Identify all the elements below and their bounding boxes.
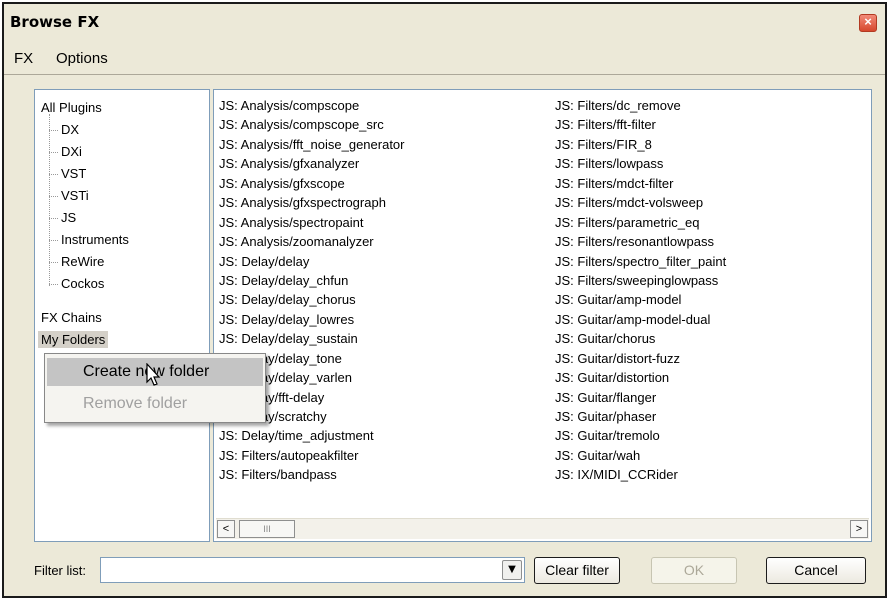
- filter-combo[interactable]: ▼: [100, 557, 525, 583]
- menu-bar: FX Options: [4, 44, 885, 75]
- mouse-cursor-icon: [146, 363, 161, 386]
- tree-item-js[interactable]: JS: [61, 210, 76, 225]
- tree-item-fx-chains[interactable]: FX Chains: [41, 310, 102, 325]
- list-item[interactable]: JS: Analysis/gfxscope: [219, 174, 405, 193]
- tree-item-vst[interactable]: VST: [61, 166, 86, 181]
- list-item[interactable]: JS: Guitar/amp-model-dual: [555, 310, 726, 329]
- list-item[interactable]: JS: Filters/lowpass: [555, 154, 726, 173]
- tree-item-dxi[interactable]: DXi: [61, 144, 82, 159]
- list-item[interactable]: JS: Guitar/tremolo: [555, 426, 726, 445]
- tree-connector: [49, 218, 58, 219]
- list-item[interactable]: JS: Analysis/fft_noise_generator: [219, 135, 405, 154]
- ok-button[interactable]: OK: [651, 557, 737, 584]
- list-item[interactable]: JS: Analysis/spectropaint: [219, 213, 405, 232]
- list-item[interactable]: JS: Filters/FIR_8: [555, 135, 726, 154]
- filter-label: Filter list:: [34, 563, 86, 578]
- tree-item-instruments[interactable]: Instruments: [61, 232, 129, 247]
- tree-item-dx[interactable]: DX: [61, 122, 79, 137]
- list-item[interactable]: JS: Guitar/distortion: [555, 368, 726, 387]
- list-item[interactable]: JS: Delay/time_adjustment: [219, 426, 405, 445]
- list-item[interactable]: JS: Guitar/amp-model: [555, 290, 726, 309]
- list-item[interactable]: JS: Delay/delay_chfun: [219, 271, 405, 290]
- list-item[interactable]: JS: Guitar/phaser: [555, 407, 726, 426]
- list-item[interactable]: JS: Filters/dc_remove: [555, 96, 726, 115]
- list-item[interactable]: JS: Filters/bandpass: [219, 465, 405, 484]
- tree-connector: [49, 284, 58, 285]
- plugin-list[interactable]: JS: Analysis/compscope JS: Analysis/comps…: [213, 89, 872, 542]
- list-item[interactable]: JS: Analysis/compscope_src: [219, 115, 405, 134]
- close-icon: ×: [864, 14, 872, 29]
- list-item[interactable]: JS: Filters/mdct-filter: [555, 174, 726, 193]
- list-item[interactable]: JS: Guitar/distort-fuzz: [555, 349, 726, 368]
- tree-connector: [49, 196, 58, 197]
- scroll-left-button[interactable]: <: [217, 520, 235, 538]
- plugin-list-column-1: JS: Analysis/compscope JS: Analysis/comps…: [219, 96, 405, 485]
- scroll-right-button[interactable]: >: [850, 520, 868, 538]
- tree-item-all-plugins[interactable]: All Plugins: [41, 100, 102, 115]
- tree-item-cockos[interactable]: Cockos: [61, 276, 104, 291]
- list-item[interactable]: JS: Filters/mdct-volsweep: [555, 193, 726, 212]
- list-item[interactable]: JS: Filters/resonantlowpass: [555, 232, 726, 251]
- clear-filter-button[interactable]: Clear filter: [534, 557, 620, 584]
- plugin-list-column-2: JS: Filters/dc_remove JS: Filters/fft-fil…: [555, 96, 726, 485]
- tree-connector: [49, 262, 58, 263]
- tree-connector: [49, 152, 58, 153]
- close-button[interactable]: ×: [859, 14, 877, 32]
- title-bar: Browse FX ×: [4, 4, 885, 42]
- list-item[interactable]: JS: Delay/delay_sustain: [219, 329, 405, 348]
- list-item[interactable]: JS: Filters/fft-filter: [555, 115, 726, 134]
- list-item[interactable]: JS: Analysis/gfxspectrograph: [219, 193, 405, 212]
- list-item[interactable]: JS: Guitar/chorus: [555, 329, 726, 348]
- list-item[interactable]: JS: Filters/autopeakfilter: [219, 446, 405, 465]
- scroll-thumb[interactable]: III: [239, 520, 295, 538]
- tree-item-vsti[interactable]: VSTi: [61, 188, 89, 203]
- list-item[interactable]: JS: Guitar/wah: [555, 446, 726, 465]
- list-item[interactable]: JS: Analysis/gfxanalyzer: [219, 154, 405, 173]
- browse-fx-window: Browse FX × FX Options All Plugins DX DXi…: [2, 2, 887, 598]
- horizontal-scrollbar[interactable]: < III >: [216, 518, 869, 539]
- chevron-down-icon[interactable]: ▼: [502, 560, 522, 580]
- list-item[interactable]: JS: Filters/parametric_eq: [555, 213, 726, 232]
- list-item[interactable]: JS: Delay/delay: [219, 252, 405, 271]
- tree-item-rewire[interactable]: ReWire: [61, 254, 104, 269]
- tree-item-my-folders[interactable]: My Folders: [38, 331, 109, 348]
- list-item[interactable]: JS: IX/MIDI_CCRider: [555, 465, 726, 484]
- window-title: Browse FX: [10, 13, 100, 31]
- list-item[interactable]: JS: Filters/spectro_filter_paint: [555, 252, 726, 271]
- menu-remove-folder: Remove folder: [83, 395, 188, 412]
- folder-tree[interactable]: All Plugins DX DXi VST VSTi JS Instruments ReW…: [34, 89, 210, 542]
- menu-fx[interactable]: FX: [14, 50, 33, 67]
- list-item[interactable]: JS: Delay/delay_lowres: [219, 310, 405, 329]
- list-item[interactable]: JS: Analysis/compscope: [219, 96, 405, 115]
- list-item[interactable]: JS: Analysis/zoomanalyzer: [219, 232, 405, 251]
- tree-connector: [49, 130, 58, 131]
- tree-connector: [49, 114, 50, 286]
- list-item[interactable]: JS: Filters/sweepinglowpass: [555, 271, 726, 290]
- list-item[interactable]: JS: Delay/delay_chorus: [219, 290, 405, 309]
- menu-options[interactable]: Options: [56, 50, 108, 67]
- filter-input[interactable]: [103, 560, 502, 582]
- cancel-button[interactable]: Cancel: [766, 557, 866, 584]
- tree-connector: [49, 174, 58, 175]
- list-item[interactable]: JS: Guitar/flanger: [555, 388, 726, 407]
- tree-connector: [49, 240, 58, 241]
